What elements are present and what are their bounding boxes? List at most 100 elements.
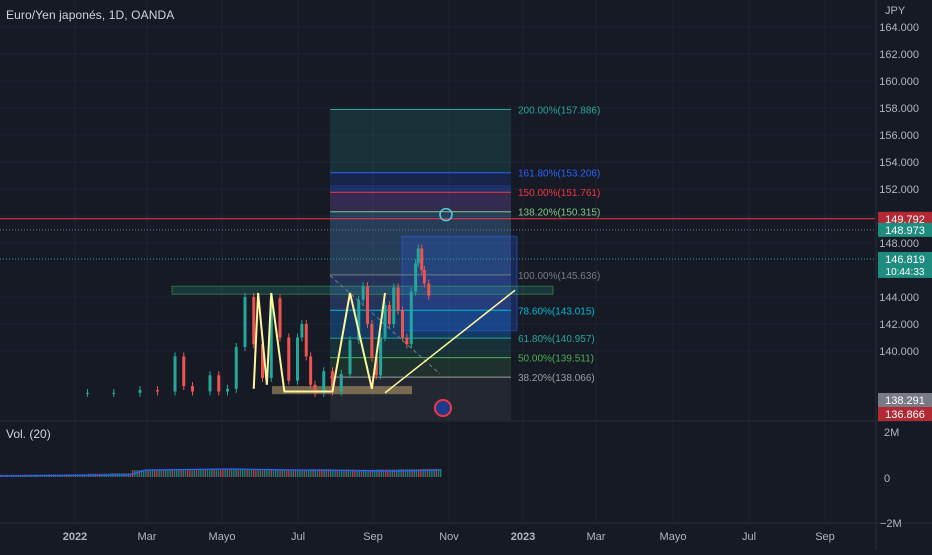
candle-body <box>173 356 177 392</box>
volume-bar <box>184 469 187 477</box>
volume-bar <box>165 469 167 477</box>
candle-body <box>339 373 343 392</box>
price-badge-label: 146.819 <box>885 254 925 266</box>
time-tick-label: Mar <box>138 531 157 543</box>
candle-body <box>387 305 391 324</box>
price-tick-label: 144.000 <box>879 292 919 304</box>
volume-tick-label: 2M <box>884 427 899 439</box>
volume-bar <box>259 469 261 477</box>
candle-body <box>401 310 404 338</box>
volume-bar <box>303 470 305 477</box>
chart-canvas[interactable]: 200.00%(157.886) 161.80%(153.206) 150.00%(… <box>0 0 932 550</box>
time-tick-label: Sep <box>815 531 835 543</box>
volume-bar <box>250 469 253 477</box>
candle-body <box>420 248 424 270</box>
volume-bar <box>154 470 156 477</box>
volume-bar <box>180 469 182 477</box>
volume-bar <box>275 469 277 477</box>
price-badge-label: 148.973 <box>885 225 925 237</box>
volume-bar <box>191 469 193 477</box>
volume-bar <box>195 469 198 477</box>
volume-bar <box>248 469 250 477</box>
volume-bar <box>156 469 158 477</box>
volume-bar <box>301 470 303 477</box>
candle-body <box>361 286 365 300</box>
volume-bar <box>239 468 242 477</box>
volume-bar <box>286 469 288 477</box>
time-tick-label: 2023 <box>511 531 535 543</box>
volume-bar <box>215 469 217 477</box>
price-tick-label: 142.000 <box>879 319 919 331</box>
volume-bar <box>292 470 294 477</box>
candle-body <box>278 298 282 338</box>
volume-bar <box>213 469 215 477</box>
volume-bar <box>257 469 259 477</box>
fib-level-label: 161.80%(153.206) <box>518 169 600 180</box>
volume-bar <box>202 469 204 477</box>
volume-tick-label: 0 <box>884 473 890 485</box>
volume-bar <box>187 469 189 477</box>
volume-bar <box>160 469 162 477</box>
fib-level-label: 200.00%(157.886) <box>518 106 600 117</box>
candle-body <box>414 263 418 292</box>
volume-bar <box>264 469 266 477</box>
volume-bar <box>272 469 275 477</box>
volume-bar <box>220 469 222 477</box>
volume-bar <box>189 469 191 477</box>
volume-bar <box>305 470 308 477</box>
symbol-legend[interactable]: Euro/Yen japonés, 1D, OANDA <box>6 8 174 22</box>
volume-bar <box>281 469 283 477</box>
volume-legend[interactable]: Vol. (20) <box>6 427 51 441</box>
volume-bar <box>228 468 231 477</box>
volume-bar <box>158 469 160 477</box>
volume-bar <box>182 469 184 477</box>
candle-body <box>112 392 116 394</box>
volume-bar <box>136 470 138 477</box>
currency-label: JPY <box>885 5 906 17</box>
candle-body <box>392 287 396 324</box>
volume-bar <box>211 469 213 477</box>
time-tick-label: Mayo <box>209 531 236 543</box>
candle-body <box>217 375 221 392</box>
volume-bar <box>244 469 246 477</box>
price-tick-label: 154.000 <box>879 157 919 169</box>
volume-bar <box>253 469 255 477</box>
volume-bar <box>209 469 211 477</box>
fib-level-label: 100.00%(145.636) <box>518 271 600 282</box>
volume-bar <box>277 469 279 477</box>
volume-bar <box>217 469 220 477</box>
price-tick-label: 164.000 <box>879 22 919 34</box>
volume-bar <box>261 469 264 477</box>
candle-body <box>300 324 304 338</box>
candle-body <box>322 371 326 393</box>
volume-bar <box>167 469 169 477</box>
candle-body <box>86 392 89 394</box>
price-badge-label: 136.866 <box>885 409 925 421</box>
volume-bar <box>235 468 237 477</box>
volume-bar <box>224 468 226 477</box>
volume-bar <box>299 470 301 477</box>
volume-bar <box>233 468 235 477</box>
volume-bar <box>149 470 151 477</box>
chart-area[interactable]: 200.00%(157.886) 161.80%(153.206) 150.00%(… <box>0 0 932 550</box>
candle-body <box>287 337 291 381</box>
fib-level-label: 150.00%(151.761) <box>518 188 600 199</box>
time-tick-label: 2022 <box>63 531 87 543</box>
candle-body <box>252 297 256 345</box>
volume-bar <box>294 470 297 477</box>
volume-bar <box>283 469 286 477</box>
volume-bar <box>231 468 233 477</box>
volume-tick-label: −2M <box>880 518 902 530</box>
volume-bar <box>147 470 149 477</box>
candle-body <box>309 356 313 385</box>
candle-body <box>208 375 212 392</box>
candle-body <box>427 283 431 296</box>
volume-bar <box>193 469 195 477</box>
candle-body <box>191 386 194 392</box>
volume-bar <box>171 469 173 477</box>
volume-bar <box>162 469 165 477</box>
price-tick-label: 152.000 <box>879 184 919 196</box>
fib-level-label: 78.60%(143.015) <box>518 306 595 317</box>
candle-body <box>409 291 413 345</box>
candle-body <box>296 337 299 381</box>
